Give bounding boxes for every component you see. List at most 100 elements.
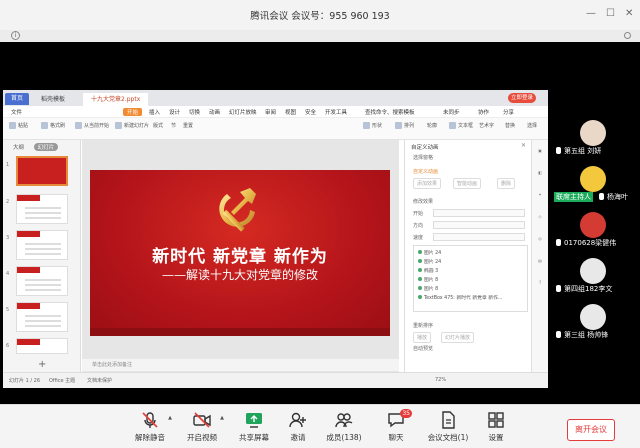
menu-design[interactable]: 设计 [169, 108, 180, 116]
slide-title[interactable]: 新时代 新党章 新作为 [90, 242, 390, 267]
slide-footer-band [90, 328, 390, 336]
tab-slides[interactable]: 幻灯片 [33, 143, 59, 151]
menu-review[interactable]: 审阅 [265, 108, 276, 116]
ribbon-outline[interactable]: 轮廓 [427, 122, 437, 129]
menu-security[interactable]: 安全 [305, 108, 316, 116]
menu-transition[interactable]: 切换 [189, 108, 200, 116]
tab-outline[interactable]: 大纲 [13, 145, 24, 151]
ribbon-new-slide[interactable]: 新建幻灯片 [115, 122, 149, 129]
menu-search[interactable]: 查找命令、搜索模板 [365, 108, 415, 116]
participant-name: 第四组182李文 [550, 284, 640, 294]
menu-developer[interactable]: 开发工具 [325, 108, 347, 116]
ribbon-wordart[interactable]: 艺术字 [479, 122, 494, 129]
notes-field[interactable]: 单击此处添加备注 [82, 359, 399, 371]
library-tool-icon[interactable]: ▤ [535, 258, 545, 266]
menu-slideshow[interactable]: 幻灯片放映 [229, 108, 257, 116]
zoom-level[interactable]: 72% [435, 377, 446, 383]
ribbon-section[interactable]: 节 [171, 122, 176, 129]
menu-start[interactable]: 开始 [123, 108, 143, 116]
ribbon-select[interactable]: 选择 [527, 122, 537, 129]
invite-button[interactable]: 邀请 [272, 409, 324, 445]
slide-thumb-4[interactable] [16, 266, 68, 296]
select-pane-label[interactable]: 选择窗格 [413, 154, 433, 161]
thumb-band [17, 303, 40, 309]
add-effect-button[interactable]: 添加效果 [413, 178, 442, 189]
slide-subtitle[interactable]: ——解读十九大对党章的修改 [90, 266, 390, 283]
animation-item[interactable]: 图片 24 [418, 258, 441, 265]
close-button[interactable]: ✕ [625, 8, 633, 19]
ribbon-format-painter[interactable]: 格式刷 [41, 122, 65, 129]
unmute-button[interactable]: ▲ 解除静音 [124, 409, 176, 445]
custom-animation-panel: 自定义动画 ✕ 选择窗格 自定义动画 添加效果 智能动画 删除 修改效果 开始 … [404, 140, 531, 372]
leave-meeting-button[interactable]: 离开会议 [567, 419, 615, 441]
animation-item[interactable]: TextBox 475: 新时代 新党章 新作... [418, 294, 502, 301]
speed-select[interactable] [433, 233, 525, 241]
menu-insert[interactable]: 插入 [149, 108, 160, 116]
protection-status[interactable]: 文档未保护 [87, 377, 112, 384]
network-status-icon[interactable] [624, 32, 631, 39]
minimize-button[interactable]: — [586, 8, 596, 19]
ribbon-textbox[interactable]: 文本框 [449, 122, 473, 129]
ribbon-play-current[interactable]: 从当前开始 [75, 122, 109, 129]
info-icon[interactable]: i [11, 31, 20, 40]
animation-tool-icon[interactable]: ✦ [535, 192, 545, 200]
add-slide-button[interactable]: + [38, 359, 46, 370]
ribbon-arrange[interactable]: 排列 [395, 122, 414, 129]
participant-tile[interactable]: 联席主持人 杨海叶 [550, 164, 640, 204]
select-tool-icon[interactable]: ▣ [535, 148, 545, 156]
settings-button[interactable]: 设置 [470, 409, 522, 445]
direction-select[interactable] [433, 221, 525, 229]
backup-tool-icon[interactable]: ◎ [535, 236, 545, 244]
ribbon-paste[interactable]: 粘贴 [9, 122, 28, 129]
maximize-button[interactable]: ☐ [606, 8, 615, 19]
slide-thumb-1[interactable] [16, 156, 68, 186]
animation-item[interactable]: 图片 24 [418, 249, 441, 256]
video-options-icon[interactable]: ▲ [220, 415, 224, 421]
participant-tile[interactable]: 第四组182李文 [550, 256, 640, 296]
ribbon-layout[interactable]: 版式 [153, 122, 163, 129]
property-tool-icon[interactable]: ◧ [535, 170, 545, 178]
smart-animation-button[interactable]: 智能动画 [453, 178, 482, 189]
animation-item[interactable]: 图片 8 [418, 285, 438, 292]
slideshow-button[interactable]: 幻灯片播放 [441, 332, 475, 343]
panel-close-icon[interactable]: ✕ [521, 142, 526, 149]
animation-item[interactable]: 图片 8 [418, 276, 438, 283]
current-slide[interactable]: 新时代 新党章 新作为 ——解读十九大对党章的修改 [90, 170, 390, 336]
thumb-band [17, 195, 40, 201]
meeting-docs-button[interactable]: 会议文档(1) [422, 409, 474, 445]
autopreview-checkbox[interactable]: 自动预览 [413, 345, 433, 352]
menu-view[interactable]: 视图 [285, 108, 296, 116]
start-video-button[interactable]: ▲ 开启视频 [176, 409, 228, 445]
participant-tile[interactable]: 第五组 刘妍 [550, 118, 640, 158]
tab-home[interactable]: 首页 [5, 93, 29, 105]
menu-sync[interactable]: 未同步 [443, 108, 460, 116]
slide-thumb-2[interactable] [16, 194, 68, 224]
tab-docer[interactable]: 稻壳模板 [33, 93, 73, 106]
chat-button[interactable]: 35 聊天 [370, 409, 422, 445]
slide-thumb-5[interactable] [16, 302, 68, 332]
ribbon-reset[interactable]: 重置 [183, 122, 193, 129]
slide-canvas[interactable]: 新时代 新党章 新作为 ——解读十九大对党章的修改 [82, 140, 399, 372]
shape-tool-icon[interactable]: ◇ [535, 214, 545, 222]
ribbon-shape[interactable]: 形状 [363, 122, 382, 129]
login-button[interactable]: 立即登录 [508, 93, 536, 103]
slide-thumb-3[interactable] [16, 230, 68, 260]
slide-thumb-6[interactable] [16, 338, 68, 354]
mic-options-icon[interactable]: ▲ [168, 415, 172, 421]
ribbon-replace[interactable]: 替换 [505, 122, 515, 129]
menu-share[interactable]: 分享 [503, 108, 514, 116]
delete-effect-button[interactable]: 删除 [497, 178, 516, 189]
menu-collab[interactable]: 协作 [478, 108, 489, 116]
menu-animation[interactable]: 动画 [209, 108, 220, 116]
modify-effect-label: 修改效果 [413, 199, 434, 205]
members-button[interactable]: 成员(138) [318, 409, 370, 445]
animation-item[interactable]: 椭圆 3 [418, 267, 438, 274]
help-tool-icon[interactable]: ? [535, 280, 545, 288]
tab-document[interactable]: 十九大党章2.pptx [83, 93, 149, 106]
menu-file[interactable]: 文件 [11, 108, 22, 116]
play-button[interactable]: 播放 [413, 332, 432, 343]
participant-tile[interactable]: 第三组 杨帅锋 [550, 302, 640, 342]
participant-tile[interactable]: 0170628梁健伟 [550, 210, 640, 250]
start-select[interactable] [433, 209, 525, 217]
shared-screen[interactable]: 首页 稻壳模板 十九大党章2.pptx 立即登录 文件 开始 插入 设计 切换 … [3, 90, 548, 388]
